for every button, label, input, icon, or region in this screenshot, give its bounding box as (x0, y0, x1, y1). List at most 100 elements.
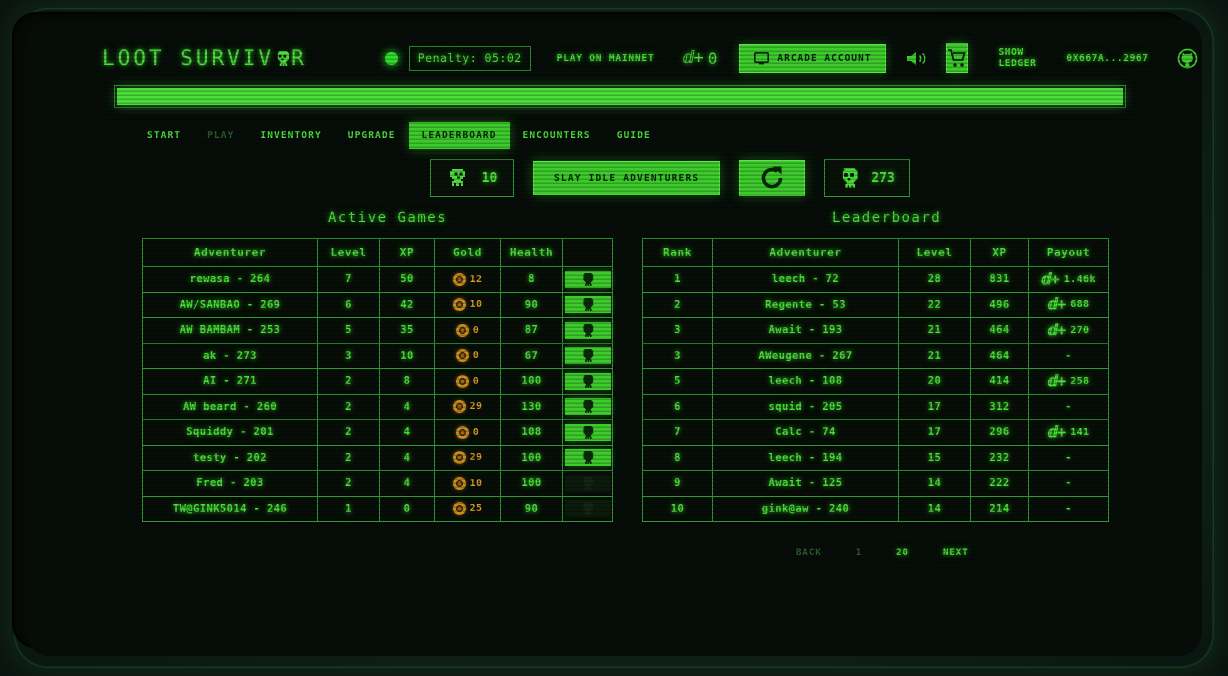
lords-icon: ⅆ+ (1047, 371, 1067, 390)
adventurer-level: 2 (317, 444, 380, 471)
tab-upgrade[interactable]: UPGRADE (335, 122, 409, 149)
leaderboard-adventurer: Await - 193 (712, 317, 899, 344)
kill-action-cell[interactable] (562, 419, 613, 446)
sound-toggle-button[interactable] (906, 50, 928, 67)
app-title-suffix: R (291, 46, 307, 70)
kill-adventurer-button[interactable] (564, 423, 611, 441)
gold-value: 0 (472, 375, 480, 387)
kill-action-cell[interactable] (562, 342, 613, 369)
table-row: 3 AWeugene - 267 21 464 - (642, 342, 1109, 369)
active-games-col-xp: XP (379, 238, 435, 267)
tab-leaderboard[interactable]: LEADERBOARD (408, 122, 510, 149)
slay-idle-adventurers-button[interactable]: SLAY IDLE ADVENTURERS (533, 161, 721, 195)
adventurer-name: AW BAMBAM - 253 (142, 317, 318, 344)
leaderboard-xp: 222 (970, 470, 1029, 497)
kill-adventurer-button[interactable] (564, 449, 611, 467)
gold-value: 0 (472, 324, 480, 336)
leaderboard-level: 21 (898, 342, 971, 369)
kill-action-cell[interactable] (562, 470, 613, 497)
adventurer-health: 100 (500, 368, 563, 395)
gold-coin-icon (452, 476, 466, 490)
leaderboard-payout: ⅆ+ 258 (1028, 368, 1109, 395)
github-link[interactable] (1177, 48, 1198, 69)
arcade-account-label: ARCADE ACCOUNT (777, 52, 872, 64)
leaderboard-table: Rank Adventurer Level XP Payout 1 leech - 72 2… (642, 238, 1109, 522)
screen: LOOT SURVIV R Penalty: 05:02 PLAY ON MAI… (14, 8, 1214, 668)
kill-adventurer-button[interactable] (564, 296, 611, 314)
gold-coin-icon (455, 374, 469, 388)
table-row: 1 leech - 72 28 831 ⅆ+ 1.46k (642, 266, 1109, 293)
pagination-current-page[interactable]: 1 (856, 548, 862, 558)
adventurer-xp: 8 (379, 368, 435, 395)
adventurer-health: 90 (500, 291, 563, 318)
pagination-next[interactable]: NEXT (943, 548, 969, 558)
app-header: LOOT SURVIV R Penalty: 05:02 PLAY ON MAI… (102, 36, 1197, 80)
leaderboard-xp: 464 (970, 317, 1029, 344)
play-on-mainnet-link[interactable]: PLAY ON MAINNET (557, 53, 655, 64)
adventurer-gold: 10 (434, 291, 501, 318)
cart-button[interactable] (946, 43, 969, 73)
tab-start[interactable]: START (134, 122, 194, 149)
kill-adventurer-button[interactable] (564, 398, 611, 416)
kill-action-cell[interactable] (562, 368, 613, 395)
refresh-button[interactable] (739, 160, 806, 196)
idle-adventurers-stat: 10 (430, 159, 514, 197)
adventurer-name: TW@GINK5014 - 246 (142, 495, 318, 522)
table-row: Squiddy - 201 2 4 0 108 (142, 419, 613, 446)
gold-value: 0 (472, 426, 480, 438)
kill-adventurer-button[interactable] (564, 270, 611, 288)
kill-action-cell[interactable] (562, 495, 613, 522)
leaderboard-payout: - (1028, 393, 1109, 420)
table-row: Fred - 203 2 4 10 100 (142, 470, 613, 497)
refresh-icon (759, 165, 785, 191)
adventurer-name: AI - 271 (142, 368, 318, 395)
progress-bar-fill (117, 88, 1123, 105)
adventurer-name: testy - 202 (142, 444, 318, 471)
lords-balance: ⅆ+ 0 (682, 49, 717, 68)
kill-adventurer-button[interactable] (564, 347, 611, 365)
arcade-account-button[interactable]: ARCADE ACCOUNT (739, 43, 887, 73)
payout-none: - (1065, 349, 1072, 362)
adventurer-xp: 10 (379, 342, 435, 369)
tab-inventory[interactable]: INVENTORY (247, 122, 334, 149)
payout-value: 688 (1070, 299, 1090, 311)
leaderboard-rank: 1 (642, 266, 713, 293)
kill-action-cell[interactable] (562, 393, 613, 420)
table-row: AI - 271 2 8 0 100 (142, 368, 613, 395)
adventurer-gold: 0 (434, 342, 501, 369)
tab-encounters[interactable]: ENCOUNTERS (510, 122, 604, 149)
adventurer-xp: 42 (379, 291, 435, 318)
table-row: AW beard - 260 2 4 29 130 (142, 393, 613, 420)
leaderboard-rank: 9 (642, 470, 713, 497)
gold-value: 12 (469, 273, 483, 285)
adventurer-gold: 10 (434, 470, 501, 497)
action-row: 10 SLAY IDLE ADVENTURERS 273 (430, 159, 910, 197)
adventurer-gold: 0 (434, 368, 501, 395)
leaderboard-col-payout: Payout (1028, 238, 1109, 267)
monitor-icon (754, 51, 770, 65)
kill-adventurer-button[interactable] (564, 321, 611, 339)
kill-action-cell[interactable] (562, 266, 613, 293)
adventurer-level: 2 (317, 470, 380, 497)
adventurer-name: Squiddy - 201 (142, 419, 318, 446)
kill-action-cell[interactable] (562, 291, 613, 318)
tab-play[interactable]: PLAY (194, 122, 247, 149)
tab-guide[interactable]: GUIDE (604, 122, 664, 149)
table-row: 6 squid - 205 17 312 - (642, 393, 1109, 420)
show-ledger-button[interactable]: SHOW LEDGER (998, 47, 1036, 69)
wallet-address[interactable]: 0X667A...2967 (1066, 53, 1148, 64)
adventurer-xp: 4 (379, 444, 435, 471)
table-row: ak - 273 3 10 0 67 (142, 342, 613, 369)
leaderboard-rank: 3 (642, 342, 713, 369)
kill-adventurer-button[interactable] (564, 372, 611, 390)
kill-adventurer-button (564, 500, 611, 518)
payout-none: - (1065, 477, 1072, 490)
pagination-total-pages[interactable]: 20 (896, 548, 909, 558)
leaderboard-adventurer: leech - 108 (712, 368, 899, 395)
kill-action-cell[interactable] (562, 317, 613, 344)
kill-action-cell[interactable] (562, 444, 613, 471)
pagination-back[interactable]: BACK (796, 548, 822, 558)
leaderboard-level: 17 (898, 419, 971, 446)
adventurer-level: 5 (317, 317, 380, 344)
leaderboard-adventurer: gink@aw - 240 (712, 495, 899, 522)
